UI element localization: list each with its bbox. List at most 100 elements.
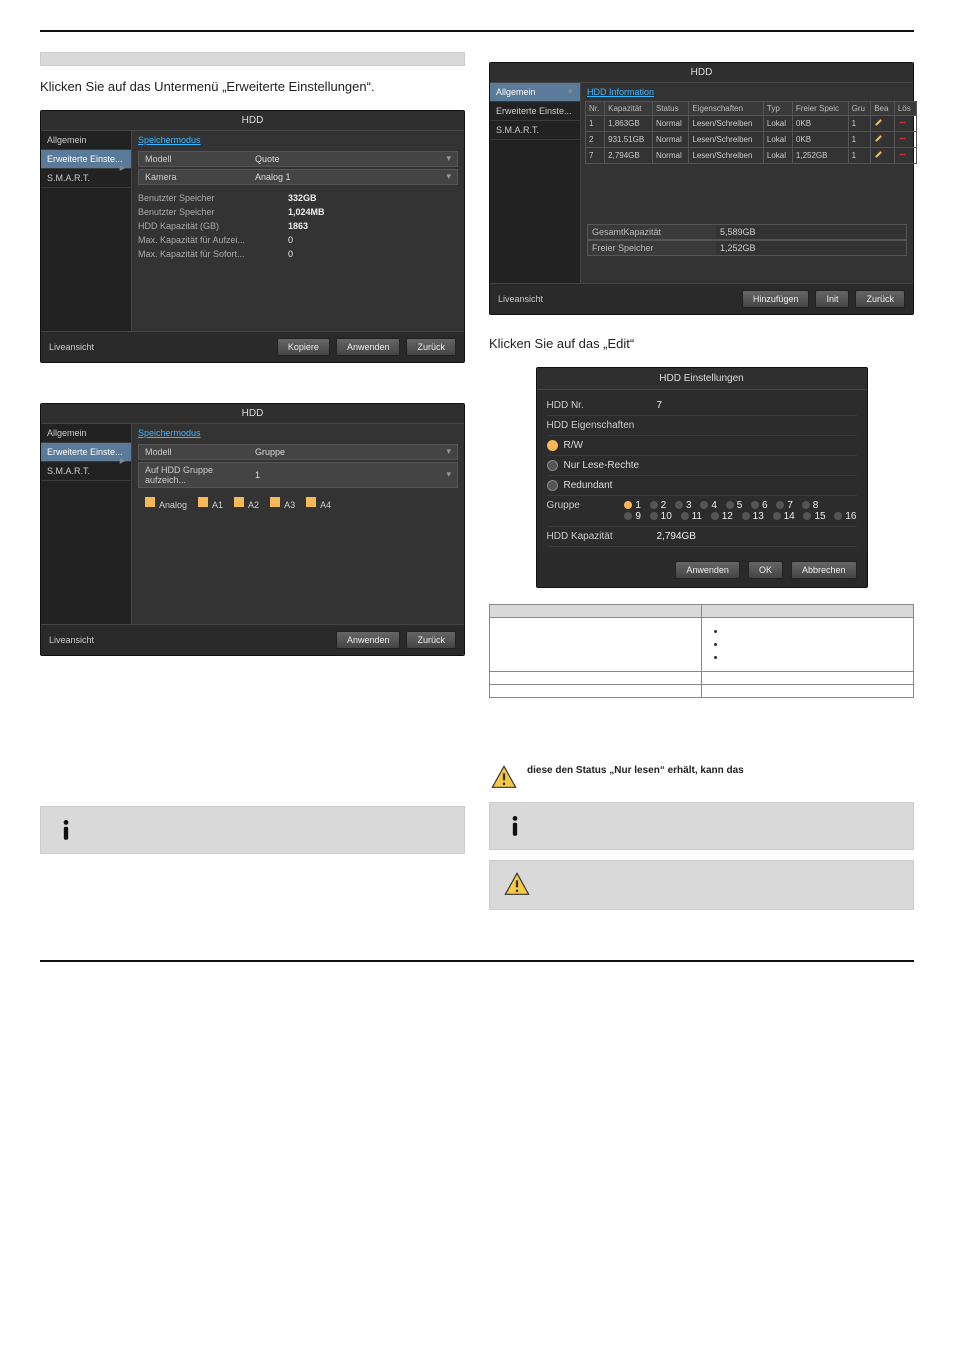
group-radio-icon[interactable] <box>773 512 781 520</box>
sidebar-item-allgemein[interactable]: Allgemein <box>41 424 131 443</box>
radio-readonly[interactable]: Nur Lese-Rechte <box>547 456 857 476</box>
radio-label: R/W <box>564 440 583 451</box>
delete-icon[interactable] <box>894 132 916 148</box>
warning-note-2 <box>489 860 914 910</box>
add-button[interactable]: Hinzufügen <box>742 290 810 308</box>
group-num: 13 <box>753 511 764 522</box>
group-radio-icon[interactable] <box>681 512 689 520</box>
back-button[interactable]: Zurück <box>855 290 905 308</box>
group-radio-icon[interactable] <box>711 512 719 520</box>
checkbox[interactable] <box>144 496 156 508</box>
group-radio-icon[interactable] <box>726 501 734 509</box>
select-modell[interactable]: Modell Gruppe <box>138 444 458 460</box>
value: 1863 <box>288 221 458 231</box>
group-radio-icon[interactable] <box>650 512 658 520</box>
group-radio-icon[interactable] <box>675 501 683 509</box>
label-modell: Modell <box>145 154 255 164</box>
panel-link[interactable]: HDD Information <box>581 83 660 101</box>
group-radio-icon[interactable] <box>742 512 750 520</box>
sidebar-item-erweitert[interactable]: Erweiterte Einste... <box>41 443 131 462</box>
group-radio-icon[interactable] <box>776 501 784 509</box>
cell: Lesen/Schreiben <box>689 116 764 132</box>
th: Gru <box>848 102 871 116</box>
checkbox[interactable] <box>197 496 209 508</box>
group-radio-icon[interactable] <box>803 512 811 520</box>
value: Gruppe <box>255 447 451 457</box>
cancel-button[interactable]: Abbrechen <box>791 561 857 579</box>
value: 0 <box>288 235 458 245</box>
warning-icon <box>502 871 530 899</box>
apply-button[interactable]: Anwenden <box>336 338 401 356</box>
apply-button[interactable]: Anwenden <box>336 631 401 649</box>
table-row[interactable]: 1 1,863GB Normal Lesen/Schreiben Lokal 0… <box>586 116 917 132</box>
body-text-2: Klicken Sie auf das „Edit“ <box>489 335 914 353</box>
group-num: 16 <box>845 511 856 522</box>
label: Benutzter Speicher <box>138 207 288 217</box>
sidebar-item-erweitert[interactable]: Erweiterte Einste... <box>490 102 580 121</box>
sidebar-item-smart[interactable]: S.M.A.R.T. <box>41 169 131 188</box>
radio-rw[interactable]: R/W <box>547 436 857 456</box>
hdd-settings-dialog: HDD Einstellungen HDD Nr.7 HDD Eigenscha… <box>536 367 868 588</box>
warning-bold: diese den Status „Nur lesen“ erhält, kan… <box>527 765 744 776</box>
label: GesamtKapazität <box>588 225 716 239</box>
select-kamera[interactable]: Kamera Analog 1 <box>138 169 458 185</box>
table-row[interactable]: 2 931.51GB Normal Lesen/Schreiben Lokal … <box>586 132 917 148</box>
init-button[interactable]: Init <box>815 290 849 308</box>
label: Modell <box>145 447 255 457</box>
group-radio-icon[interactable] <box>700 501 708 509</box>
sidebar-item-erweitert[interactable]: Erweiterte Einste... <box>41 150 131 169</box>
checkbox[interactable] <box>305 496 317 508</box>
edit-icon[interactable] <box>871 132 895 148</box>
group-num: 15 <box>814 511 825 522</box>
footer-link[interactable]: Liveansicht <box>498 290 736 308</box>
radio-dot-icon <box>547 480 558 491</box>
app-hdd-info: HDD Allgemein Erweiterte Einste... S.M.A… <box>489 62 914 315</box>
value-modell: Quote <box>255 154 451 164</box>
panel-link[interactable]: Speichermodus <box>132 424 207 442</box>
group-radio-icon[interactable] <box>834 512 842 520</box>
footer-link[interactable]: Liveansicht <box>49 631 330 649</box>
sidebar-item-smart[interactable]: S.M.A.R.T. <box>490 121 580 140</box>
label: Max. Kapazität für Aufzei... <box>138 235 288 245</box>
cell: Lesen/Schreiben <box>689 132 764 148</box>
copy-button[interactable]: Kopiere <box>277 338 330 356</box>
checkbox[interactable] <box>269 496 281 508</box>
group-radio-icon[interactable] <box>751 501 759 509</box>
radio-redundant[interactable]: Redundant <box>547 476 857 496</box>
checkbox[interactable] <box>233 496 245 508</box>
group-radio-icon[interactable] <box>624 512 632 520</box>
back-button[interactable]: Zurück <box>406 631 456 649</box>
radio-dot-icon <box>547 460 558 471</box>
table-row[interactable]: 7 2,794GB Normal Lesen/Schreiben Lokal 1… <box>586 148 917 164</box>
label: HDD Kapazität <box>547 531 657 542</box>
cell: Normal <box>652 116 688 132</box>
checkbox-label: A3 <box>284 500 295 510</box>
back-button[interactable]: Zurück <box>406 338 456 356</box>
sidebar-item-allgemein[interactable]: Allgemein <box>41 131 131 150</box>
group-num: 9 <box>635 511 641 522</box>
group-num: 3 <box>686 500 692 511</box>
group-radio-icon[interactable] <box>802 501 810 509</box>
edit-icon[interactable] <box>871 116 895 132</box>
edit-icon[interactable] <box>871 148 895 164</box>
cell: Normal <box>652 148 688 164</box>
label: Benutzter Speicher <box>138 193 288 203</box>
ok-button[interactable]: OK <box>748 561 783 579</box>
apply-button[interactable]: Anwenden <box>675 561 740 579</box>
warning-text: diese den Status „Nur lesen“ erhält, kan… <box>527 764 914 778</box>
delete-icon[interactable] <box>894 148 916 164</box>
group-radio-icon[interactable] <box>624 501 632 509</box>
select-hdd-group[interactable]: Auf HDD Gruppe aufzeich... 1 <box>138 462 458 488</box>
select-modell[interactable]: Modell Quote <box>138 151 458 167</box>
info-note-left <box>40 806 465 854</box>
sidebar-item-allgemein[interactable]: Allgemein <box>490 83 580 102</box>
footer-link[interactable]: Liveansicht <box>49 338 271 356</box>
delete-icon[interactable] <box>894 116 916 132</box>
group-radio-icon[interactable] <box>650 501 658 509</box>
panel-link[interactable]: Speichermodus <box>132 131 207 149</box>
cell: Lokal <box>763 132 792 148</box>
sidebar-item-smart[interactable]: S.M.A.R.T. <box>41 462 131 481</box>
label: Freier Speicher <box>588 241 716 255</box>
cell: 2,794GB <box>605 148 653 164</box>
group-num: 4 <box>711 500 717 511</box>
